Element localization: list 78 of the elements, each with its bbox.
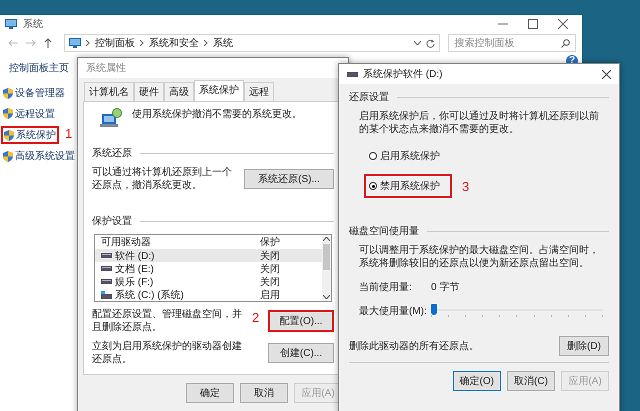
callout-number: 3 bbox=[462, 178, 470, 194]
maximize-icon[interactable] bbox=[528, 19, 538, 29]
search-icon bbox=[560, 38, 570, 48]
drive-icon bbox=[101, 279, 112, 284]
radio-option[interactable]: 启用系统保护 bbox=[364, 144, 452, 168]
tab[interactable]: 硬件 bbox=[134, 82, 164, 101]
shield-icon bbox=[4, 130, 14, 140]
refresh-icon[interactable] bbox=[426, 38, 436, 48]
create-description: 立刻为启用系统保护的驱动器创建还原点。 bbox=[92, 340, 242, 366]
search-field[interactable]: 搜索控制面板 bbox=[448, 34, 576, 52]
dialog-button[interactable]: 取消 bbox=[240, 383, 288, 403]
disk-usage-description: 可以调整用于系统保护的最大磁盘空间。占满空间时，系统将删除较旧的还原点以便为新还原点留出空间。 bbox=[359, 244, 600, 270]
create-button[interactable]: 创建(C)... bbox=[268, 343, 334, 363]
callout-number: 2 bbox=[252, 310, 260, 325]
system-restore-button[interactable]: 系统还原(S)... bbox=[244, 169, 334, 189]
drive-row[interactable]: 娱乐 (F:) 关闭 bbox=[95, 275, 322, 288]
scroll-up-icon[interactable] bbox=[323, 237, 330, 241]
close-icon[interactable] bbox=[558, 19, 568, 29]
sidebar-item[interactable]: 高级系统设置 bbox=[1, 148, 77, 164]
group-title: 系统还原 bbox=[92, 146, 132, 160]
group-title: 磁盘空间使用量 bbox=[349, 224, 419, 238]
dialog-button[interactable]: 确定(O) bbox=[452, 371, 501, 391]
restore-settings-description: 启用系统保护后，你可以通过及时将计算机还原到以前的某个状态点来撤消不需要的更改。 bbox=[359, 110, 600, 136]
max-usage-label: 最大使用量(M): bbox=[359, 304, 428, 318]
radio-option[interactable]: 禁用系统保护 bbox=[364, 174, 452, 198]
dialog-button[interactable]: 确定 bbox=[186, 383, 234, 403]
callout-number: 1 bbox=[65, 126, 72, 141]
dialog-button[interactable]: 取消(C) bbox=[507, 371, 555, 391]
drive-row[interactable]: 文档 (E:) 关闭 bbox=[95, 262, 322, 275]
max-usage-slider[interactable] bbox=[431, 304, 603, 318]
drive-row[interactable]: 系统 (C:) (系统) 启用 bbox=[95, 288, 322, 301]
group-title: 还原设置 bbox=[349, 90, 389, 104]
drive-icon bbox=[101, 253, 112, 258]
sidebar-link[interactable]: 控制面板主页 bbox=[9, 61, 75, 75]
computer-icon bbox=[100, 108, 122, 128]
column-header[interactable]: 保护 bbox=[260, 235, 316, 249]
configure-description: 配置还原设置、管理磁盘空间，并且删除还原点。 bbox=[92, 308, 242, 334]
group-title: 保护设置 bbox=[92, 214, 132, 228]
shield-icon bbox=[3, 88, 13, 98]
current-usage-label: 当前使用量: bbox=[359, 280, 413, 294]
breadcrumb[interactable]: 系统和安全 bbox=[148, 36, 199, 50]
tab[interactable]: 计算机名 bbox=[84, 82, 134, 101]
monitor-icon bbox=[5, 19, 17, 29]
column-header[interactable]: 可用驱动器 bbox=[101, 235, 257, 249]
scroll-down-icon[interactable] bbox=[323, 295, 330, 299]
current-usage-value: 0 字节 bbox=[431, 280, 460, 294]
dialog-title: 系统属性 bbox=[86, 62, 126, 75]
up-icon[interactable] bbox=[44, 38, 52, 48]
chevron-icon bbox=[204, 40, 208, 46]
drive-icon bbox=[347, 72, 358, 76]
drive-row[interactable]: 软件 (D:) 关闭 bbox=[95, 249, 322, 262]
window-title: 系统 bbox=[23, 18, 43, 31]
tab[interactable]: 高级 bbox=[164, 82, 194, 101]
dropdown-icon[interactable] bbox=[414, 41, 422, 45]
search-placeholder: 搜索控制面板 bbox=[454, 36, 516, 50]
scrollbar[interactable] bbox=[322, 235, 331, 301]
address-bar[interactable]: 控制面板 系统和安全 系统 bbox=[64, 34, 440, 52]
monitor-icon bbox=[68, 38, 81, 48]
chevron-icon bbox=[86, 40, 90, 46]
sidebar-item[interactable]: 远程设置 bbox=[1, 106, 57, 122]
sidebar-item[interactable]: 设备管理器 bbox=[1, 85, 67, 101]
shield-icon bbox=[3, 150, 13, 162]
delete-button[interactable]: 删除(D) bbox=[559, 336, 609, 356]
dialog-title: 系统保护软件 (D:) bbox=[363, 68, 442, 81]
drive-icon bbox=[101, 266, 112, 271]
close-icon[interactable] bbox=[602, 70, 611, 78]
tab[interactable]: 远程 bbox=[244, 82, 274, 101]
breadcrumb[interactable]: 控制面板 bbox=[94, 36, 135, 50]
shield-icon bbox=[3, 108, 13, 119]
chevron-icon bbox=[140, 40, 144, 46]
delete-description: 删除此驱动器的所有还原点。 bbox=[349, 340, 479, 352]
intro-text: 使用系统保护撤消不需要的系统更改。 bbox=[132, 108, 302, 121]
breadcrumb[interactable]: 系统 bbox=[212, 36, 233, 50]
restore-description: 可以通过将计算机还原到上一个还原点，撤消系统更改。 bbox=[92, 166, 233, 192]
slider-thumb[interactable] bbox=[431, 304, 437, 315]
tab[interactable]: 系统保护 bbox=[194, 80, 244, 101]
system-drive-icon bbox=[101, 290, 112, 298]
configure-button[interactable]: 配置(O)... bbox=[268, 310, 334, 332]
